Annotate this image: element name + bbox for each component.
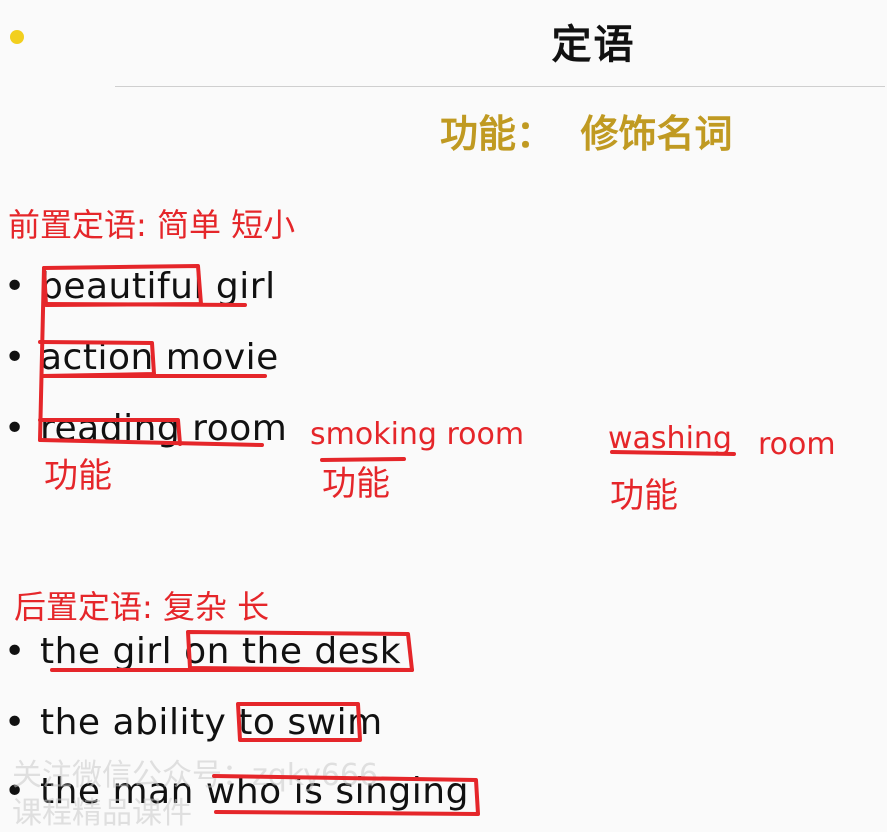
handwritten-phrase: smoking room	[310, 417, 525, 452]
bullet-icon: •	[4, 266, 26, 307]
handwritten-word: room	[758, 427, 836, 462]
list-item: • the ability to swim	[4, 702, 383, 743]
slide-title: 定语	[551, 22, 636, 68]
bullet-icon: •	[4, 337, 26, 378]
list-item-text: action movie	[40, 337, 279, 378]
list-item-text: beautiful girl	[40, 266, 276, 307]
title-divider	[115, 86, 885, 87]
bullet-icon: •	[4, 408, 26, 449]
handwritten-word: washing	[608, 421, 732, 456]
handwritten-note: 功能	[610, 476, 678, 516]
list-item: • beautiful girl	[4, 266, 276, 307]
pre-heading: 前置定语: 简单 短小	[8, 206, 296, 244]
list-item-text: the ability to swim	[40, 702, 383, 743]
bullet-icon: •	[4, 702, 26, 743]
function-line: 功能： 修饰名词	[440, 112, 733, 156]
handwritten-note: 功能	[44, 456, 112, 496]
list-item: • reading room	[4, 408, 287, 449]
list-item: • the girl on the desk	[4, 631, 401, 672]
list-item-text: the girl on the desk	[40, 631, 402, 672]
watermark-line: 课程精品课件	[12, 796, 192, 831]
list-item-text: reading room	[40, 408, 288, 449]
handwritten-note: 功能	[322, 464, 390, 504]
bullet-icon: •	[4, 631, 26, 672]
list-item: • action movie	[4, 337, 279, 378]
post-heading: 后置定语: 复杂 长	[14, 588, 270, 626]
